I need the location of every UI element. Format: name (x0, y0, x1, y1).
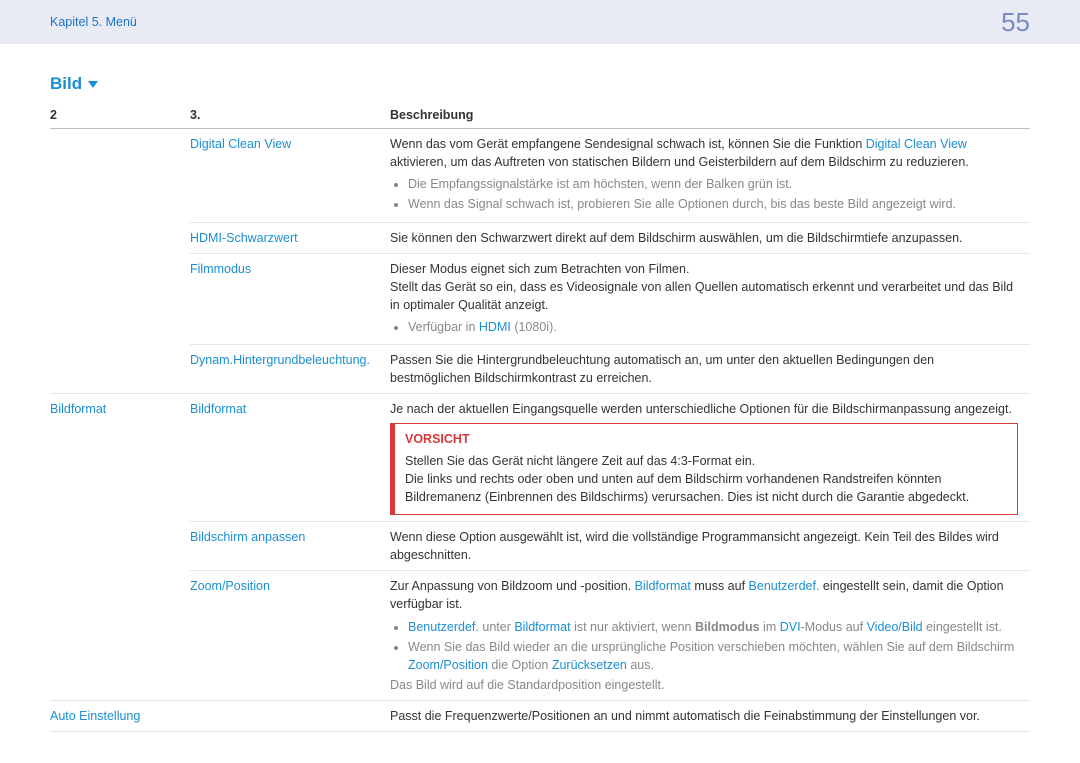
link-benutzerdef[interactable]: Benutzerdef. (749, 579, 820, 593)
menu-item-picture-size-l2[interactable]: Bildformat (50, 402, 106, 416)
page-content: Bild 2 3. Beschreibung Digital Clean Vie… (0, 44, 1080, 732)
link-hdmi[interactable]: HDMI (479, 320, 511, 334)
table-row: HDMI-Schwarzwert Sie können den Schwarzw… (50, 222, 1030, 253)
triangle-down-icon (88, 81, 98, 88)
description-cell: Dieser Modus eignet sich zum Betrachten … (390, 253, 1030, 345)
text: Stellen Sie das Gerät nicht längere Zeit… (405, 452, 1007, 470)
menu-item-dynamic-backlight[interactable]: Dynam.Hintergrundbeleuchtung. (190, 353, 370, 367)
table-row: Dynam.Hintergrundbeleuchtung. Passen Sie… (50, 345, 1030, 394)
table-row: Bildschirm anpassen Wenn diese Option au… (50, 522, 1030, 571)
description-cell: Wenn das vom Gerät empfangene Sendesigna… (390, 129, 1030, 223)
text: im (760, 620, 780, 634)
menu-item-film-mode[interactable]: Filmmodus (190, 262, 251, 276)
menu-table: 2 3. Beschreibung Digital Clean View Wen… (50, 104, 1030, 732)
link-video-bild[interactable]: Video/Bild (867, 620, 923, 634)
list-item: Wenn Sie das Bild wieder an die ursprüng… (408, 638, 1018, 674)
menu-item-fit-to-screen[interactable]: Bildschirm anpassen (190, 530, 305, 544)
caution-box: VORSICHT Stellen Sie das Gerät nicht län… (390, 423, 1018, 516)
text: -Modus auf (801, 620, 867, 634)
link-reset[interactable]: Zurücksetzen (552, 658, 627, 672)
column-header-level2: 2 (50, 104, 190, 129)
text: aus. (627, 658, 654, 672)
description-cell: Je nach der aktuellen Eingangsquelle wer… (390, 394, 1030, 522)
caution-title: VORSICHT (405, 430, 1007, 448)
note-text: Das Bild wird auf die Standardposition e… (390, 676, 1018, 694)
text: ist nur aktiviert, wenn (571, 620, 695, 634)
text: eingestellt ist. (923, 620, 1002, 634)
description-cell: Passt die Frequenzwerte/Positionen an un… (390, 701, 1030, 732)
text: Verfügbar in (408, 320, 479, 334)
link-benutzerdef[interactable]: Benutzerdef. (408, 620, 479, 634)
header-bar: Kapitel 5. Menü 55 (0, 0, 1080, 44)
link-zoom-position[interactable]: Zoom/Position (408, 658, 488, 672)
link-bildformat[interactable]: Bildformat (514, 620, 570, 634)
section-title-label: Bild (50, 74, 82, 94)
text: Dieser Modus eignet sich zum Betrachten … (390, 260, 1018, 278)
list-item: Verfügbar in HDMI (1080i). (408, 318, 1018, 336)
menu-item-auto-adjustment[interactable]: Auto Einstellung (50, 709, 140, 723)
text: Wenn Sie das Bild wieder an die ursprüng… (408, 640, 1014, 654)
bold-text: Bildmodus (695, 620, 760, 634)
table-row: Digital Clean View Wenn das vom Gerät em… (50, 129, 1030, 223)
description-cell: Passen Sie die Hintergrundbeleuchtung au… (390, 345, 1030, 394)
description-cell: Zur Anpassung von Bildzoom und -position… (390, 571, 1030, 701)
table-row: Bildformat Bildformat Je nach der aktuel… (50, 394, 1030, 522)
menu-item-hdmi-black-level[interactable]: HDMI-Schwarzwert (190, 231, 298, 245)
column-header-description: Beschreibung (390, 104, 1030, 129)
text: muss auf (691, 579, 749, 593)
text: Stellt das Gerät so ein, dass es Videosi… (390, 278, 1018, 314)
description-cell: Sie können den Schwarzwert direkt auf de… (390, 222, 1030, 253)
text: Zur Anpassung von Bildzoom und -position… (390, 579, 635, 593)
list-item: Die Empfangssignalstärke ist am höchsten… (408, 175, 1018, 193)
text: aktivieren, um das Auftreten von statisc… (390, 155, 969, 169)
text: Wenn das vom Gerät empfangene Sendesigna… (390, 137, 866, 151)
text: unter (479, 620, 514, 634)
text: die Option (488, 658, 552, 672)
menu-item-zoom-position[interactable]: Zoom/Position (190, 579, 270, 593)
text: Je nach der aktuellen Eingangsquelle wer… (390, 400, 1018, 418)
list-item: Benutzerdef. unter Bildformat ist nur ak… (408, 618, 1018, 636)
table-row: Auto Einstellung Passt die Frequenzwerte… (50, 701, 1030, 732)
section-title[interactable]: Bild (50, 74, 1030, 94)
column-header-level3: 3. (190, 104, 390, 129)
menu-item-digital-clean-view[interactable]: Digital Clean View (190, 137, 291, 151)
link-bildformat[interactable]: Bildformat (635, 579, 691, 593)
table-row: Zoom/Position Zur Anpassung von Bildzoom… (50, 571, 1030, 701)
description-cell: Wenn diese Option ausgewählt ist, wird d… (390, 522, 1030, 571)
text: Die links und rechts oder oben und unten… (405, 470, 1007, 506)
page-number: 55 (1001, 7, 1030, 38)
menu-item-picture-size-l3[interactable]: Bildformat (190, 402, 246, 416)
breadcrumb[interactable]: Kapitel 5. Menü (50, 15, 137, 29)
link-dvi[interactable]: DVI (780, 620, 801, 634)
link-digital-clean-view[interactable]: Digital Clean View (866, 137, 967, 151)
list-item: Wenn das Signal schwach ist, probieren S… (408, 195, 1018, 213)
text: (1080i). (511, 320, 557, 334)
table-row: Filmmodus Dieser Modus eignet sich zum B… (50, 253, 1030, 345)
